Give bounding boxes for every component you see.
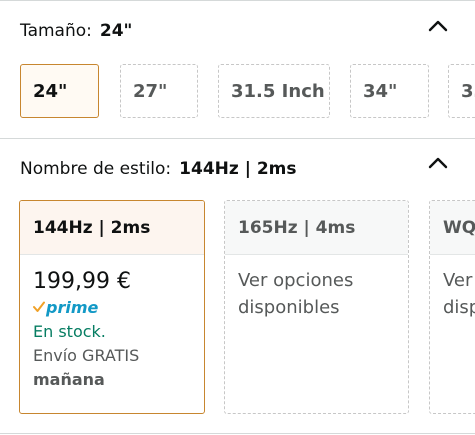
size-option-partial[interactable]: 3…: [448, 64, 475, 118]
style-section-header[interactable]: Nombre de estilo: 144Hz | 2ms: [20, 159, 297, 179]
see-options-line: disp: [443, 297, 475, 318]
section-divider: [0, 138, 475, 139]
delivery-date: mañana: [33, 370, 105, 389]
see-options-line: Ver: [443, 270, 473, 291]
size-option-label: 27": [133, 80, 168, 102]
bottom-divider: [0, 433, 475, 434]
prime-label: prime: [46, 297, 99, 317]
style-option-title: 165Hz | 4ms: [225, 201, 408, 255]
style-option-title: WQ: [430, 201, 475, 255]
prime-badge: prime: [33, 296, 191, 318]
shipping-info: Envío GRATIS: [33, 346, 140, 365]
size-option-label: 31.5 Inch: [231, 80, 325, 102]
stock-status: En stock.: [33, 322, 106, 341]
size-option-31-5[interactable]: 31.5 Inch: [218, 64, 330, 118]
check-icon: [33, 301, 45, 312]
style-selected-value: 144Hz | 2ms: [179, 159, 297, 179]
size-option-label: 24": [33, 80, 68, 102]
price: 199,99 €: [33, 269, 131, 294]
size-option-label: 34": [363, 80, 398, 102]
size-option-24[interactable]: 24": [20, 64, 99, 118]
chevron-up-icon[interactable]: [426, 16, 450, 36]
chevron-up-icon[interactable]: [426, 153, 450, 173]
size-label: Tamaño:: [20, 21, 92, 41]
style-option-165hz[interactable]: 165Hz | 4ms Ver opciones disponibles: [224, 200, 409, 414]
size-option-27[interactable]: 27": [120, 64, 198, 118]
size-option-label: 3…: [461, 80, 475, 102]
size-selected-value: 24": [99, 21, 133, 41]
top-divider: [0, 0, 475, 1]
style-option-title: 144Hz | 2ms: [20, 201, 204, 255]
see-options-line: disponibles: [238, 297, 340, 318]
style-label: Nombre de estilo:: [20, 159, 172, 179]
size-option-34[interactable]: 34": [350, 64, 429, 118]
see-options-line: Ver opciones: [238, 270, 354, 291]
style-option-144hz[interactable]: 144Hz | 2ms 199,99 € prime En stock. Env…: [19, 200, 205, 414]
size-section-header[interactable]: Tamaño: 24": [20, 21, 132, 41]
style-option-wq[interactable]: WQ Ver disp: [429, 200, 475, 414]
